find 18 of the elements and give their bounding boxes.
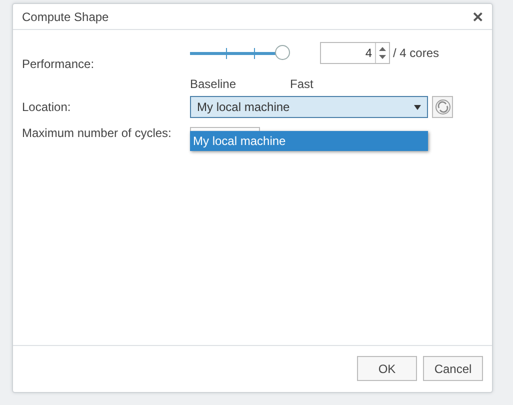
dialog-button[interactable]: Cancel	[423, 356, 483, 381]
location-dropdown[interactable]: My local machine	[190, 96, 428, 118]
slider-min-label: Baseline	[190, 77, 238, 91]
cores-total: / 4 cores	[393, 46, 440, 60]
dialog-button[interactable]: OK	[357, 356, 417, 381]
dropdown-option[interactable]: My local machine	[190, 131, 428, 151]
window-title: Compute Shape	[22, 10, 109, 24]
close-button[interactable]: ✕	[470, 8, 486, 24]
caret-icon	[414, 104, 421, 110]
cores-spinbox[interactable]: 4	[320, 42, 390, 64]
field-label: Maximum number of cycles:	[22, 126, 172, 140]
refresh-icon[interactable]	[432, 96, 453, 118]
performance-slider[interactable]	[190, 44, 291, 62]
slider-thumb[interactable]	[275, 44, 290, 60]
field-label: Location:	[22, 100, 72, 114]
field-label: Performance:	[22, 56, 96, 71]
slider-max-label: Fast	[290, 77, 314, 91]
spin-arrows-icon[interactable]	[379, 47, 386, 59]
